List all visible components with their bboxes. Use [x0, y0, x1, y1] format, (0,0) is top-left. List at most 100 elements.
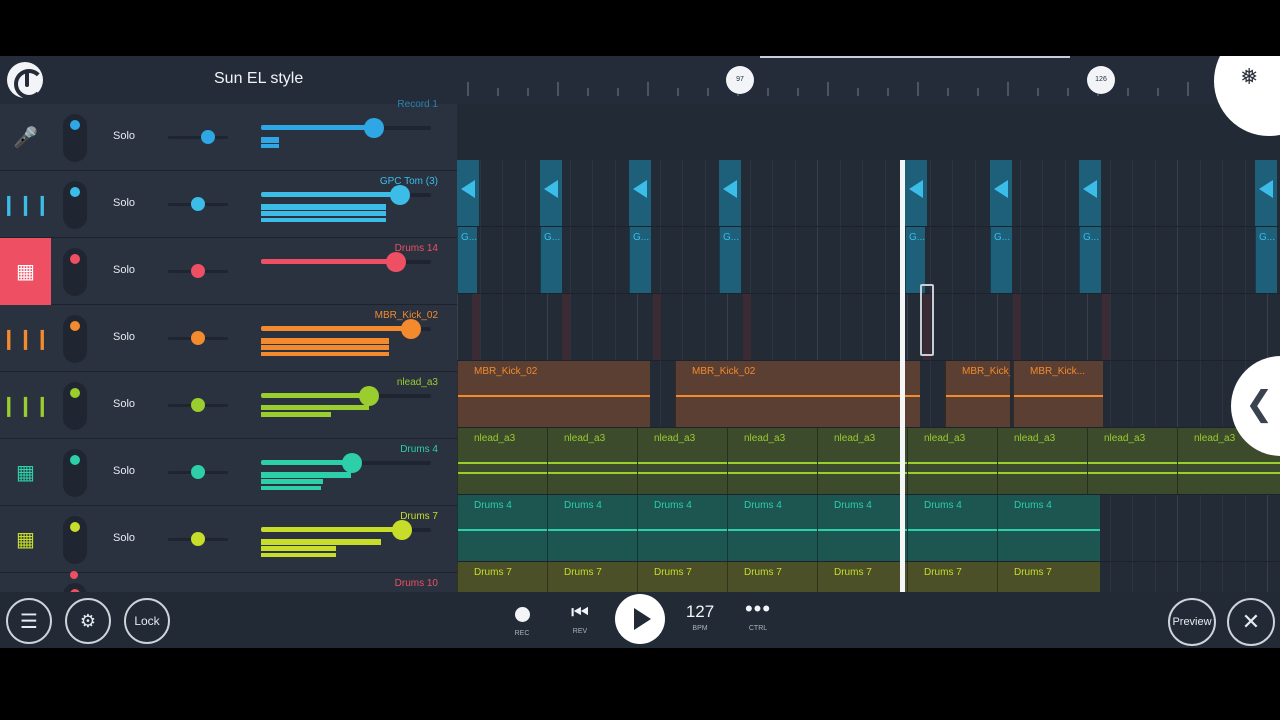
- selected-clip-handle[interactable]: [920, 284, 934, 356]
- track-lane[interactable]: G... G... G... G... G... G... G... G...: [457, 227, 1280, 294]
- drum-grid-icon[interactable]: ▦: [0, 439, 51, 506]
- track-row[interactable]: ❙❙❙ Solo nlead_a3: [0, 372, 457, 439]
- app-logo-icon[interactable]: [7, 62, 44, 99]
- mute-toggle[interactable]: [63, 516, 87, 564]
- track-name[interactable]: nlead_a3: [397, 377, 438, 388]
- pattern-clip[interactable]: G...: [990, 227, 1012, 293]
- audio-clip[interactable]: [540, 160, 562, 226]
- piano-icon[interactable]: ❙❙❙: [0, 171, 51, 238]
- pattern-clip[interactable]: nlead_a3: [817, 428, 907, 494]
- pattern-clip[interactable]: MBR_Kick_02: [675, 361, 920, 427]
- pattern-clip[interactable]: G...: [629, 227, 651, 293]
- audio-clip[interactable]: [629, 160, 651, 226]
- control-button[interactable]: ••• CTRL: [740, 596, 776, 632]
- microphone-icon[interactable]: 🎤: [0, 104, 51, 171]
- play-button[interactable]: [615, 594, 665, 644]
- pattern-clip[interactable]: nlead_a3: [457, 428, 547, 494]
- drum-grid-icon[interactable]: ▦: [0, 506, 51, 573]
- pattern-clip[interactable]: G...: [719, 227, 741, 293]
- pattern-clip[interactable]: Drums 4: [547, 495, 637, 561]
- solo-button[interactable]: Solo: [113, 331, 135, 343]
- audio-clip[interactable]: [990, 160, 1012, 226]
- pattern-clip[interactable]: [562, 294, 570, 360]
- pattern-clip[interactable]: nlead_a3: [637, 428, 727, 494]
- preview-button[interactable]: Preview: [1168, 598, 1216, 646]
- audio-clip[interactable]: [719, 160, 741, 226]
- timeline-marker[interactable]: 97: [726, 66, 754, 94]
- rewind-button[interactable]: ⏮ REV: [564, 598, 596, 635]
- mixer-button[interactable]: ☰: [6, 598, 52, 644]
- pattern-clip[interactable]: MBR_Kick_02: [945, 361, 1010, 427]
- pan-knob[interactable]: [191, 331, 205, 345]
- pattern-clip[interactable]: [653, 294, 661, 360]
- track-row[interactable]: ❙❙❙ Solo GPC Tom (3): [0, 171, 457, 238]
- solo-button[interactable]: Solo: [113, 398, 135, 410]
- track-row[interactable]: ▦ Solo Drums 14: [0, 238, 457, 305]
- track-row[interactable]: ▦ Solo Drums 7: [0, 506, 457, 573]
- pattern-clip[interactable]: Drums 4: [457, 495, 547, 561]
- pan-knob[interactable]: [191, 264, 205, 278]
- lock-button[interactable]: Lock: [124, 598, 170, 644]
- mute-toggle[interactable]: [63, 181, 87, 229]
- volume-knob[interactable]: [342, 453, 362, 473]
- mute-toggle[interactable]: [63, 114, 87, 162]
- pattern-clip[interactable]: Drums 4: [817, 495, 907, 561]
- playhead[interactable]: [900, 160, 905, 648]
- audio-clip[interactable]: [457, 160, 479, 226]
- pan-slider[interactable]: [168, 136, 228, 139]
- pattern-clip[interactable]: Drums 4: [907, 495, 997, 561]
- pattern-clip[interactable]: G...: [540, 227, 562, 293]
- audio-clip[interactable]: [1079, 160, 1101, 226]
- pattern-clip[interactable]: Drums 4: [727, 495, 817, 561]
- volume-knob[interactable]: [390, 185, 410, 205]
- track-name[interactable]: Drums 10: [395, 578, 438, 589]
- pattern-clip[interactable]: nlead_a3: [727, 428, 817, 494]
- volume-knob[interactable]: [401, 319, 421, 339]
- pattern-clip[interactable]: MBR_Kick_02: [457, 361, 650, 427]
- pattern-clip[interactable]: [1102, 294, 1110, 360]
- track-lane[interactable]: [457, 160, 1280, 227]
- volume-knob[interactable]: [392, 520, 412, 540]
- tempo-control[interactable]: 127 BPM: [682, 598, 718, 632]
- mute-toggle[interactable]: [63, 315, 87, 363]
- song-title[interactable]: Sun EL style: [214, 70, 303, 88]
- pan-knob[interactable]: [191, 465, 205, 479]
- volume-knob[interactable]: [386, 252, 406, 272]
- track-row[interactable]: ▦ Solo Drums 4: [0, 439, 457, 506]
- pan-knob[interactable]: [191, 532, 205, 546]
- pan-knob[interactable]: [201, 130, 215, 144]
- pattern-clip[interactable]: G...: [457, 227, 477, 293]
- audio-clip[interactable]: [905, 160, 927, 226]
- mute-toggle[interactable]: [63, 449, 87, 497]
- piano-icon[interactable]: ❙❙❙: [0, 372, 51, 439]
- pattern-clip[interactable]: G...: [1255, 227, 1277, 293]
- pattern-clip[interactable]: Drums 4: [997, 495, 1100, 561]
- drum-grid-icon[interactable]: ▦: [0, 238, 51, 305]
- piano-icon[interactable]: ❙❙❙: [0, 305, 51, 372]
- mute-toggle[interactable]: [63, 382, 87, 430]
- pan-knob[interactable]: [191, 197, 205, 211]
- track-row[interactable]: 🎤 Solo Record 1: [0, 99, 457, 171]
- instrument-settings-button[interactable]: ⚙: [65, 598, 111, 644]
- pattern-clip[interactable]: nlead_a3: [1087, 428, 1177, 494]
- pattern-clip[interactable]: MBR_Kick...: [1013, 361, 1103, 427]
- mute-toggle[interactable]: [63, 248, 87, 296]
- track-lane[interactable]: Drums 4 Drums 4 Drums 4 Drums 4 Drums 4 Drums…: [457, 495, 1280, 562]
- pan-knob[interactable]: [191, 398, 205, 412]
- solo-button[interactable]: Solo: [113, 130, 135, 142]
- pattern-clip[interactable]: [743, 294, 751, 360]
- timeline-ruler[interactable]: 97 126: [457, 56, 1280, 104]
- solo-button[interactable]: Solo: [113, 197, 135, 209]
- pattern-clip[interactable]: nlead_a3: [997, 428, 1087, 494]
- close-button[interactable]: ✕: [1227, 598, 1275, 646]
- volume-knob[interactable]: [364, 118, 384, 138]
- volume-knob[interactable]: [359, 386, 379, 406]
- loop-range-bar[interactable]: [760, 56, 1070, 58]
- timeline-marker[interactable]: 126: [1087, 66, 1115, 94]
- record-button[interactable]: REC: [506, 598, 538, 637]
- track-lane[interactable]: nlead_a3 nlead_a3 nlead_a3 nlead_a3 nlead_a3…: [457, 428, 1280, 495]
- audio-clip[interactable]: [1255, 160, 1277, 226]
- solo-button[interactable]: Solo: [113, 532, 135, 544]
- pattern-clip[interactable]: [472, 294, 480, 360]
- solo-button[interactable]: Solo: [113, 264, 135, 276]
